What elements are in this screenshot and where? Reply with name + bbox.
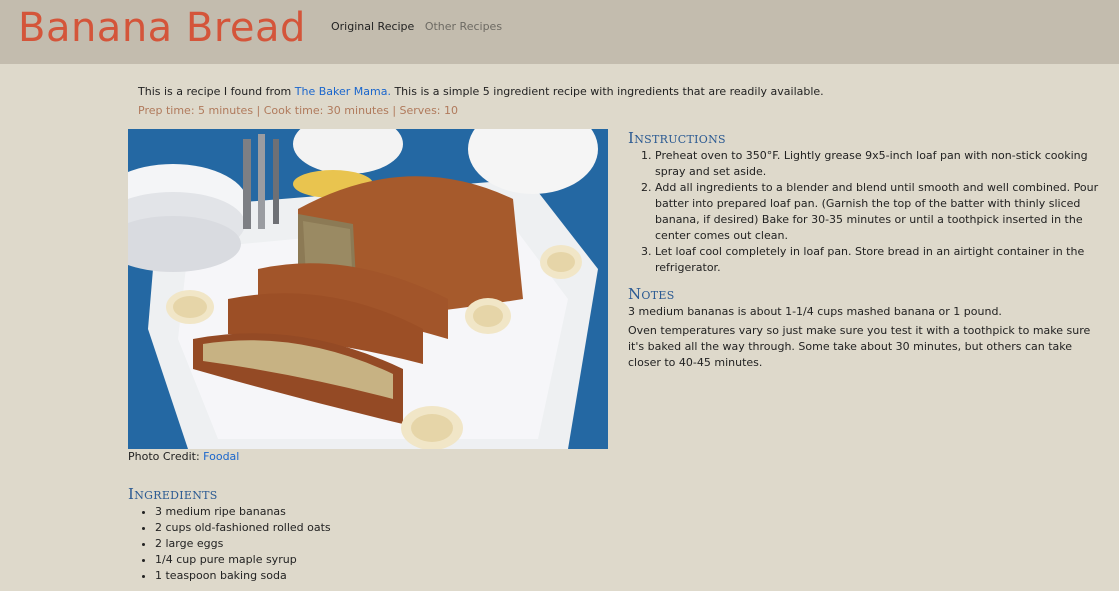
instructions-heading: Instructions	[628, 129, 726, 147]
ingredients-section: Ingredients 3 medium ripe bananas 2 cups…	[128, 486, 331, 584]
photo-credit-label: Photo Credit:	[128, 450, 204, 463]
instruction-step: Let loaf cool completely in loaf pan. St…	[655, 244, 1108, 276]
intro-after-link: This is a simple 5 ingredient recipe wit…	[390, 85, 824, 98]
ingredient-item: 3 medium ripe bananas	[155, 504, 331, 520]
intro-text: This is a recipe I found from The Baker …	[138, 84, 824, 100]
nav-other-recipes[interactable]: Other Recipes	[425, 20, 502, 33]
ingredients-heading: Ingredients	[128, 485, 218, 503]
banana-bread-photo	[128, 129, 608, 449]
photo-credit: Photo Credit: Foodal	[128, 450, 239, 464]
ingredient-item: 1/4 cup pure maple syrup	[155, 552, 331, 568]
recipe-meta: Prep time: 5 minutes | Cook time: 30 min…	[138, 104, 459, 117]
intro-before-link: This is a recipe I found from	[138, 85, 295, 98]
baker-mama-link[interactable]: The Baker Mama.	[295, 85, 391, 98]
note-text: 3 medium bananas is about 1-1/4 cups mas…	[628, 305, 1002, 318]
ingredients-list: 3 medium ripe bananas 2 cups old-fashion…	[128, 504, 331, 584]
ingredient-item: 2 large eggs	[155, 536, 331, 552]
instruction-step: Preheat oven to 350°F. Lightly grease 9x…	[655, 148, 1108, 180]
banana-bread-illustration	[128, 129, 608, 449]
ingredient-item: 2 cups old-fashioned rolled oats	[155, 520, 331, 536]
instruction-step: Add all ingredients to a blender and ble…	[655, 180, 1108, 244]
instructions-notes-section: Instructions Preheat oven to 350°F. Ligh…	[628, 130, 1108, 374]
note-text: Oven temperatures vary so just make sure…	[628, 324, 1091, 369]
nav-original-recipe[interactable]: Original Recipe	[331, 20, 414, 33]
notes-heading: Notes	[628, 285, 675, 303]
foodal-link[interactable]: Foodal	[203, 450, 239, 463]
instructions-list: Preheat oven to 350°F. Lightly grease 9x…	[628, 148, 1108, 276]
ingredient-item: 1 teaspoon baking soda	[155, 568, 331, 584]
site-title: Banana Bread	[18, 5, 306, 51]
site-header: Banana Bread Original Recipe Other Recip…	[0, 0, 1119, 64]
main-nav: Original Recipe Other Recipes	[331, 20, 509, 33]
